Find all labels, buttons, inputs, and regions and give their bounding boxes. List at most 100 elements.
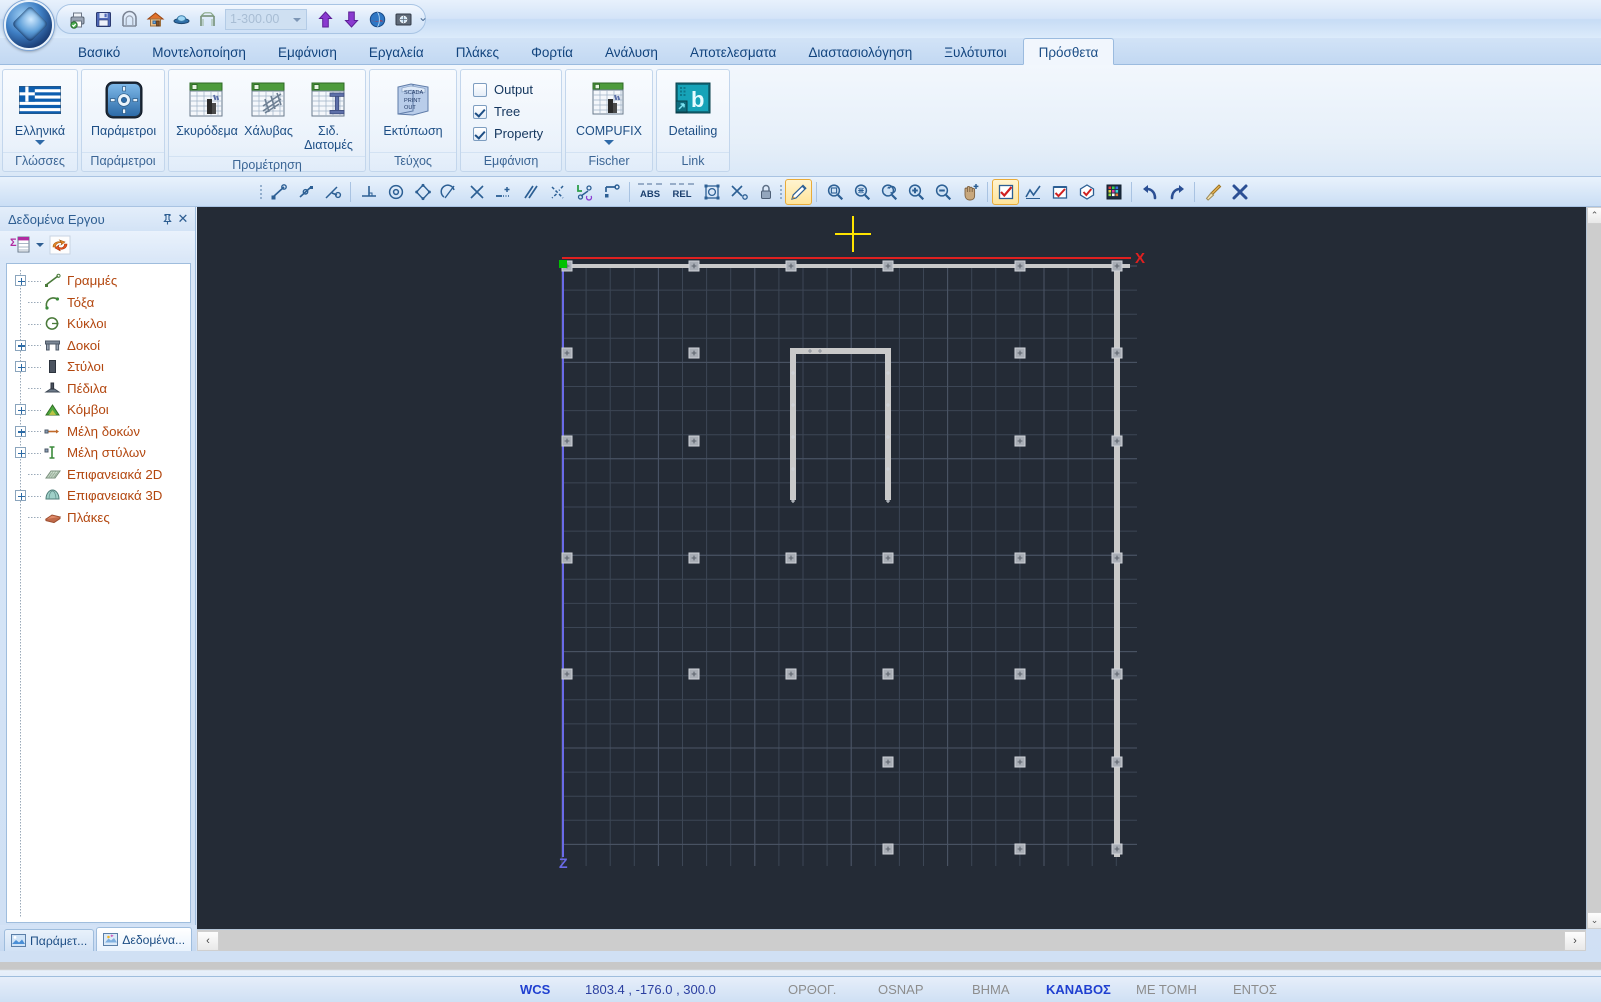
intersection-icon[interactable]	[463, 179, 490, 205]
core-wall[interactable]	[790, 348, 891, 500]
table-dropdown-caret[interactable]	[36, 242, 44, 247]
undo-icon[interactable]	[1136, 179, 1163, 205]
column-node[interactable]	[1111, 756, 1123, 768]
column-node[interactable]	[1014, 435, 1026, 447]
zoom-in-icon[interactable]	[902, 179, 929, 205]
ribbon-tab-10[interactable]: Ξυλότυποι	[928, 38, 1022, 65]
tree-item-9[interactable]: Μέλη στύλων	[7, 442, 190, 464]
column-node[interactable]	[688, 435, 700, 447]
delete-icon[interactable]	[1226, 179, 1253, 205]
ribbon-tab-7[interactable]: Ανάλυση	[589, 38, 674, 65]
expand-plus-icon[interactable]	[15, 404, 26, 416]
line-point-icon[interactable]	[265, 179, 292, 205]
column-node[interactable]	[1014, 347, 1026, 359]
status-item-7[interactable]: ΜΕ ΤΟΜΗ	[1136, 982, 1197, 997]
core-wall-right[interactable]	[885, 348, 891, 500]
column-node[interactable]	[1014, 552, 1026, 564]
save-icon[interactable]	[91, 7, 115, 31]
column-node[interactable]	[688, 260, 700, 272]
column-node[interactable]	[1111, 552, 1123, 564]
tree-item-12[interactable]: Πλάκες	[7, 507, 190, 529]
scroll-left-button[interactable]: ‹	[197, 930, 219, 951]
chevron-down-icon[interactable]	[35, 140, 45, 145]
expand-plus-icon[interactable]	[15, 361, 26, 373]
tree-item-4[interactable]: Δοκοί	[7, 335, 190, 357]
column-node[interactable]	[882, 843, 894, 855]
viewport-horizontal-scrollbar[interactable]: ‹ ›	[197, 929, 1586, 951]
select-fence-icon[interactable]	[1073, 179, 1100, 205]
tree-item-1[interactable]: Γραμμές	[7, 270, 190, 292]
tree-item-5[interactable]: Στύλοι	[7, 356, 190, 378]
close-icon[interactable]: ✕	[175, 211, 191, 227]
chevron-down-icon[interactable]	[293, 17, 301, 22]
column-node[interactable]	[882, 756, 894, 768]
tree-item-10[interactable]: Επιφανειακά 2D	[7, 464, 190, 486]
status-item-8[interactable]: ΕΝΤΟΣ	[1233, 982, 1277, 997]
refresh-arrows-icon[interactable]	[47, 234, 73, 256]
column-node[interactable]	[688, 347, 700, 359]
zoom-extents-icon[interactable]	[848, 179, 875, 205]
compufix-button[interactable]: COMPUFIX	[572, 74, 646, 149]
expand-plus-icon[interactable]	[15, 447, 26, 459]
arrow-up-icon[interactable]	[313, 7, 337, 31]
globe-icon[interactable]	[365, 7, 389, 31]
nearest-point-icon[interactable]	[490, 179, 517, 205]
expand-plus-icon[interactable]	[15, 490, 26, 502]
column-node[interactable]	[882, 668, 894, 680]
abs-coord-button[interactable]: ABS	[634, 179, 666, 205]
column-node[interactable]	[688, 668, 700, 680]
dock-tab-1[interactable]: Παράμετ...	[4, 929, 95, 951]
column-node[interactable]	[561, 347, 573, 359]
checkbox-output-icon[interactable]	[473, 82, 487, 97]
column-node[interactable]	[785, 668, 797, 680]
expand-plus-icon[interactable]	[15, 275, 26, 287]
beam-top[interactable]	[562, 264, 1130, 268]
house-icon[interactable]	[143, 7, 167, 31]
column-node[interactable]	[1111, 260, 1123, 272]
steel-sections-button[interactable]: Σιδ. Διατομές	[298, 74, 359, 156]
expand-plus-icon[interactable]	[15, 425, 26, 437]
chevron-down-icon[interactable]	[604, 140, 614, 145]
parameters-button[interactable]: Παράμετροι	[88, 74, 159, 142]
ribbon-tab-2[interactable]: Μοντελοποίηση	[136, 38, 262, 65]
column-node[interactable]	[785, 260, 797, 272]
print-report-button[interactable]: SCADA PRINT OUT Εκτύπωση	[376, 74, 450, 142]
center-circle-icon[interactable]	[382, 179, 409, 205]
parallel-icon[interactable]	[517, 179, 544, 205]
project-tree[interactable]: Γραμμές Τόξα Κύκλοι Δοκοί Στύλοι Πέδιλα Κόμβοι…	[6, 263, 191, 923]
scroll-right-button[interactable]: ›	[1564, 930, 1586, 951]
core-wall-left[interactable]	[790, 348, 796, 500]
ribbon-tab-9[interactable]: Διαστασιολόγηση	[792, 38, 928, 65]
column-node[interactable]	[882, 260, 894, 272]
frame-icon[interactable]	[195, 7, 219, 31]
clean-brush-icon[interactable]	[1199, 179, 1226, 205]
scroll-down-button[interactable]: ⌄	[1587, 912, 1601, 929]
pencil-draw-icon[interactable]	[785, 179, 812, 205]
cad-viewport[interactable]: XZ	[197, 207, 1586, 929]
detailing-button[interactable]: b Detailing	[663, 74, 723, 142]
object-snap-settings-icon[interactable]	[698, 179, 725, 205]
tangent-icon[interactable]	[436, 179, 463, 205]
pin-icon[interactable]	[159, 211, 175, 227]
select-all-icon[interactable]	[992, 179, 1019, 205]
column-node[interactable]	[1111, 843, 1123, 855]
scroll-up-button[interactable]: ⌃	[1587, 207, 1601, 224]
tree-item-7[interactable]: Κόμβοι	[7, 399, 190, 421]
column-node[interactable]	[1111, 435, 1123, 447]
application-menu-orb[interactable]	[4, 0, 54, 50]
toolbar-grip[interactable]	[778, 182, 783, 202]
zoom-previous-icon[interactable]	[875, 179, 902, 205]
sum-table-icon[interactable]: Σ	[8, 234, 34, 256]
column-node[interactable]	[882, 552, 894, 564]
language-greek-button[interactable]: Ελληνικά	[9, 74, 71, 149]
arrow-down-icon[interactable]	[339, 7, 363, 31]
column-node[interactable]	[561, 668, 573, 680]
select-window-icon[interactable]	[1046, 179, 1073, 205]
from-point-icon[interactable]	[598, 179, 625, 205]
ribbon-tab-6[interactable]: Φορτία	[515, 38, 589, 65]
dock-tab-2[interactable]: Δεδομένα...	[96, 927, 193, 951]
tree-item-8[interactable]: Μέλη δοκών	[7, 421, 190, 443]
redo-icon[interactable]	[1163, 179, 1190, 205]
ribbon-tab-11[interactable]: Πρόσθετα	[1022, 38, 1115, 65]
line-mid-icon[interactable]	[292, 179, 319, 205]
